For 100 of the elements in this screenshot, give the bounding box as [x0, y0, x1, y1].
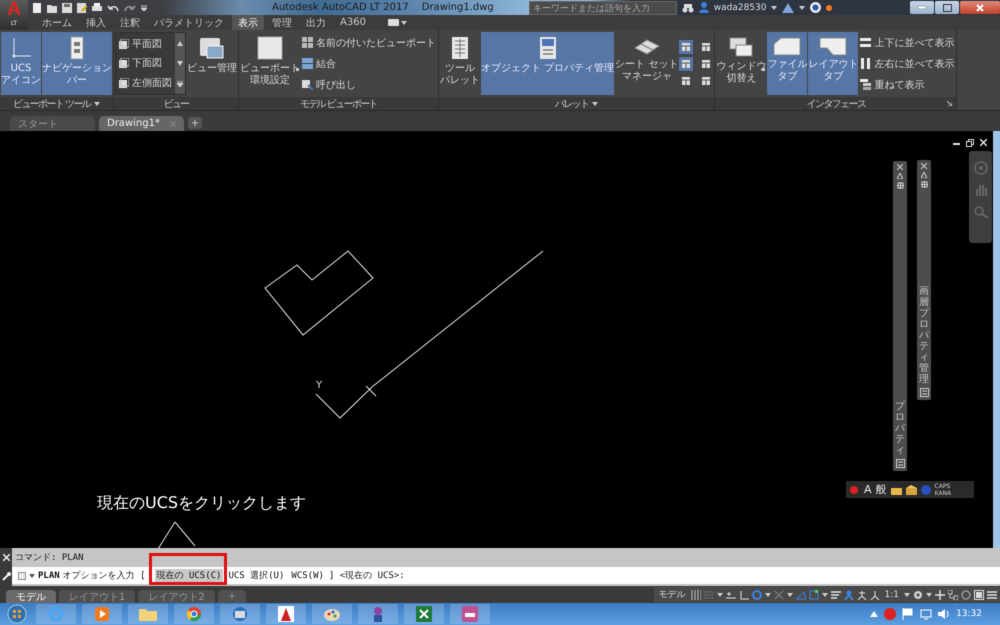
palette-icon[interactable]: [451, 36, 469, 60]
view-icon[interactable]: [119, 58, 129, 68]
user-name[interactable]: wada28530: [714, 2, 766, 12]
palette-title[interactable]: 画層プロパティ管理: [919, 286, 929, 385]
view-icon[interactable]: [119, 78, 129, 88]
ribbon-tab[interactable]: ホーム: [36, 15, 78, 30]
caret-icon[interactable]: [29, 574, 35, 578]
join-icon[interactable]: [302, 58, 313, 69]
ribbon-small-button[interactable]: 上下に並べて表示: [859, 34, 956, 50]
speaker-icon[interactable]: [938, 608, 950, 620]
scroll-up-icon[interactable]: [177, 40, 183, 46]
command-option[interactable]: UCS 選択(U): [226, 569, 286, 582]
save-icon[interactable]: [62, 2, 72, 12]
file-tab-icon[interactable]: [773, 36, 802, 56]
ribbon-button[interactable]: ビュー管理: [187, 32, 237, 95]
lineweight-icon[interactable]: [830, 590, 841, 600]
network-icon[interactable]: [920, 608, 932, 620]
menu-icon[interactable]: [987, 590, 997, 600]
figure-icon[interactable]: [371, 606, 385, 622]
palette-toggle[interactable]: [679, 40, 694, 54]
caret-icon[interactable]: [926, 592, 932, 596]
restore-icon[interactable]: [966, 139, 974, 147]
ribbon-button[interactable]: ナビゲーション バー: [42, 32, 112, 95]
search-field[interactable]: キーワードまたは語句を入力: [528, 0, 677, 14]
dictionary-mode[interactable]: 般: [876, 482, 887, 497]
ribbon-small-button[interactable]: 結合: [301, 56, 437, 72]
view-item[interactable]: 下面図: [118, 55, 173, 72]
caret-icon[interactable]: [822, 592, 828, 596]
wrench-icon[interactable]: [2, 572, 10, 580]
caret-icon[interactable]: [94, 102, 100, 106]
horizontal-tile-icon[interactable]: [860, 37, 872, 48]
full-screen-icon[interactable]: [974, 590, 984, 600]
dotted-grid-icon[interactable]: [704, 590, 714, 600]
maximize-button[interactable]: [935, 1, 959, 14]
caret-icon[interactable]: [904, 592, 910, 596]
plus-icon[interactable]: [935, 590, 945, 600]
spreadsheet-icon[interactable]: [416, 606, 432, 622]
cascade-icon[interactable]: [860, 79, 872, 90]
pin-icon[interactable]: [921, 172, 927, 178]
command-option[interactable]: WCS(W): [289, 570, 326, 580]
media-player-icon[interactable]: [94, 606, 110, 622]
viewports-icon[interactable]: [302, 37, 313, 48]
open-icon[interactable]: [47, 2, 57, 12]
caret-icon[interactable]: [786, 592, 793, 596]
user-icon[interactable]: [698, 2, 709, 13]
ribbon-tab[interactable]: パラメトリック: [148, 15, 230, 30]
launcher-icon[interactable]: [947, 101, 952, 106]
ribbon-button[interactable]: オブジェクト プロパティ管理: [481, 32, 614, 95]
pin-icon[interactable]: [897, 173, 903, 179]
caret-icon[interactable]: [400, 20, 407, 24]
ribbon-button[interactable]: レイアウト タブ: [808, 32, 858, 95]
ribbon-small-button[interactable]: 重ねて表示: [859, 76, 956, 92]
palette-toggle[interactable]: [679, 56, 694, 70]
restore-icon[interactable]: [302, 79, 313, 90]
layout-tab-icon[interactable]: [819, 36, 848, 56]
view-manager-icon[interactable]: [199, 36, 225, 60]
windows-icon[interactable]: [728, 36, 754, 58]
chrome-icon[interactable]: [186, 606, 202, 622]
ribbon-button[interactable]: ツール パレット: [440, 32, 480, 95]
isolate-icon[interactable]: [961, 590, 971, 600]
show-hidden-icon[interactable]: [870, 611, 878, 617]
view-icon[interactable]: [119, 38, 129, 49]
exchange-icon[interactable]: [782, 2, 794, 12]
ribbon-tab[interactable]: A360: [334, 15, 372, 30]
ribbon-small-button[interactable]: 名前の付いたビューポート: [301, 34, 437, 50]
caret-icon[interactable]: [592, 102, 598, 106]
ribbon-tab[interactable]: 注釈: [114, 15, 146, 30]
gear-icon[interactable]: [913, 590, 923, 600]
layout-tab[interactable]: モデル: [6, 590, 56, 603]
ribbon-tab[interactable]: 管理: [266, 15, 298, 30]
properties-icon[interactable]: [538, 36, 557, 60]
command-menu-icon[interactable]: [18, 572, 26, 580]
command-option[interactable]: 現在の UCS(C): [154, 569, 224, 582]
ribbon-button[interactable]: シート セット マネージャ: [615, 32, 678, 95]
ribbon-button[interactable]: UCS アイコン: [1, 32, 41, 95]
viewport-icon[interactable]: [257, 36, 283, 60]
new-icon[interactable]: [32, 2, 42, 12]
caret-icon[interactable]: [764, 592, 771, 596]
ribbon-tab[interactable]: 表示: [232, 15, 264, 30]
grid-icon[interactable]: [690, 590, 701, 600]
snap-icon[interactable]: [726, 590, 736, 600]
close-button[interactable]: [960, 1, 1000, 14]
model-space-button[interactable]: モデル: [656, 588, 688, 601]
save-as-icon[interactable]: [77, 2, 87, 12]
ime-icon[interactable]: [850, 484, 860, 494]
web-editor-icon[interactable]: [462, 606, 478, 622]
ribbon-tab[interactable]: 出力: [300, 15, 332, 30]
vertical-tile-icon[interactable]: [860, 58, 872, 69]
new-tab-button[interactable]: +: [188, 117, 202, 129]
hierarchy-icon[interactable]: [948, 590, 958, 600]
camera-icon[interactable]: [388, 19, 399, 26]
settings-icon[interactable]: [896, 182, 904, 189]
ortho-icon[interactable]: [738, 590, 749, 600]
input-mode[interactable]: A: [864, 483, 872, 496]
expand-icon[interactable]: [177, 80, 183, 86]
track-icon[interactable]: [808, 590, 819, 600]
palette-title[interactable]: プロパティ: [895, 401, 905, 456]
navigation-bar-icon[interactable]: [70, 36, 84, 60]
ribbon-tab[interactable]: 挿入: [80, 15, 112, 30]
document-tab[interactable]: Drawing1*: [99, 116, 184, 131]
